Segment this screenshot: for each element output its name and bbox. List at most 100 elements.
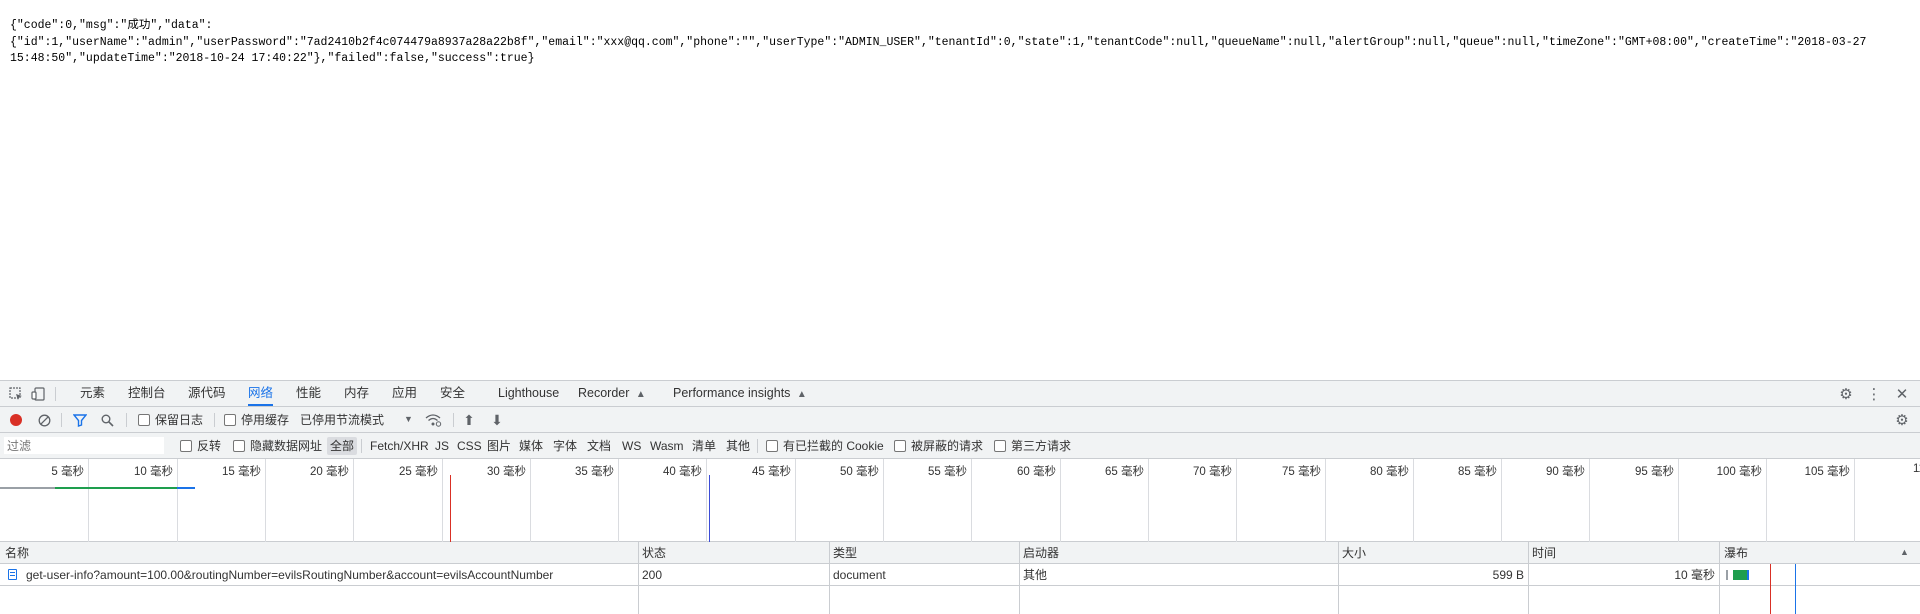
column-divider [1019, 564, 1020, 585]
tab-sources[interactable]: 源代码 [188, 381, 226, 406]
clear-icon[interactable] [36, 412, 52, 428]
settings-gear-icon[interactable]: ⚙ [1838, 386, 1854, 403]
toolbar-divider [55, 387, 56, 401]
overview-gridline [971, 459, 972, 542]
filter-type-other[interactable]: 其他 [726, 433, 750, 459]
export-har-icon[interactable]: ⬇ [489, 412, 505, 428]
filter-input[interactable] [4, 437, 164, 454]
column-divider [1719, 542, 1720, 563]
throttling-select[interactable]: 已停用节流模式 ▼ [300, 407, 416, 433]
column-header-initiator[interactable]: 启动器 [1023, 542, 1059, 564]
network-settings-gear-icon[interactable]: ⚙ [1894, 412, 1910, 429]
device-toolbar-icon[interactable] [30, 386, 46, 402]
toolbar-divider [61, 413, 62, 427]
filter-type-img[interactable]: 图片 [487, 433, 511, 459]
tab-network[interactable]: 网络 [248, 381, 274, 406]
filter-type-all[interactable]: 全部 [327, 437, 358, 455]
tab-performance[interactable]: 性能 [296, 381, 321, 406]
tab-recorder[interactable]: Recorder ▲ [578, 381, 646, 406]
filter-type-ws[interactable]: WS [622, 433, 641, 459]
request-size: 599 B [1492, 568, 1524, 582]
devtools-tab-bar: 元素 控制台 源代码 网络 性能 内存 应用 安全 Lighthouse Rec… [0, 381, 1920, 407]
filter-type-wasm[interactable]: Wasm [650, 433, 684, 459]
tab-memory[interactable]: 内存 [344, 381, 369, 406]
network-toolbar: 保留日志 停用缓存 已停用节流模式 ▼ ⬆ ⬇ ⚙ [0, 407, 1920, 433]
tab-performance-insights-label: Performance insights [673, 386, 791, 400]
devtools-panel: 元素 控制台 源代码 网络 性能 内存 应用 安全 Lighthouse Rec… [0, 380, 1920, 614]
overview-gridline [1148, 459, 1149, 542]
overview-tick-label: 35 毫秒 [575, 466, 614, 478]
column-divider [638, 542, 639, 563]
overview-gridline [1501, 459, 1502, 542]
overview-gridline [1766, 459, 1767, 542]
document-file-icon [8, 569, 17, 580]
overview-gridline [883, 459, 884, 542]
blocked-requests-label: 被屏蔽的请求 [911, 439, 984, 453]
hide-data-urls-checkbox[interactable] [233, 440, 245, 452]
overview-tick-label: 70 毫秒 [1193, 466, 1232, 478]
overview-tick-label: 40 毫秒 [663, 466, 702, 478]
filter-type-fetch-xhr[interactable]: Fetch/XHR [370, 433, 429, 459]
filter-type-media[interactable]: 媒体 [519, 433, 543, 459]
tab-recorder-label: Recorder [578, 386, 630, 400]
overview-tick-label: 10 毫秒 [134, 466, 173, 478]
request-time: 10 毫秒 [1674, 568, 1715, 582]
search-icon[interactable] [99, 412, 115, 428]
invert-checkbox[interactable] [180, 440, 192, 452]
toolbar-divider [453, 413, 454, 427]
filter-type-css[interactable]: CSS [457, 433, 482, 459]
toolbar-divider [214, 413, 215, 427]
column-header-name[interactable]: 名称 [5, 542, 29, 564]
dropdown-arrow-icon: ▼ [404, 414, 413, 424]
third-party-checkbox[interactable] [994, 440, 1006, 452]
disable-cache-checkbox[interactable] [224, 414, 236, 426]
column-divider [829, 586, 830, 614]
tab-lighthouse[interactable]: Lighthouse [498, 381, 559, 406]
tab-performance-insights[interactable]: Performance insights ▲ [673, 381, 807, 406]
tab-console[interactable]: 控制台 [128, 381, 166, 406]
column-header-time[interactable]: 时间 [1532, 542, 1556, 564]
column-header-waterfall[interactable]: 瀑布 [1724, 542, 1748, 564]
overview-tick-label: 45 毫秒 [752, 466, 791, 478]
overview-tick-label: 55 毫秒 [928, 466, 967, 478]
preserve-log-checkbox[interactable] [138, 414, 150, 426]
overview-gridline [1854, 459, 1855, 542]
network-overview-timeline[interactable]: 5 毫秒 10 毫秒 15 毫秒 20 毫秒 25 毫秒 30 毫秒 35 毫秒 40 毫秒 4… [0, 459, 1920, 542]
filter-type-js[interactable]: JS [435, 433, 449, 459]
close-devtools-icon[interactable]: ✕ [1894, 386, 1910, 403]
more-options-icon[interactable]: ⋮ [1866, 386, 1882, 403]
inspect-element-icon[interactable] [8, 386, 24, 402]
waterfall-waiting-bar[interactable] [1733, 570, 1747, 580]
column-header-type[interactable]: 类型 [833, 542, 857, 564]
filter-type-manifest[interactable]: 清单 [692, 433, 716, 459]
overview-tick-label: 50 毫秒 [840, 466, 879, 478]
overview-tick-label: 110 [1913, 463, 1920, 475]
column-header-size[interactable]: 大小 [1342, 542, 1366, 564]
overview-waiting-bar [55, 487, 177, 489]
tab-application[interactable]: 应用 [392, 381, 417, 406]
blocked-cookies-checkbox[interactable] [766, 440, 778, 452]
tab-elements[interactable]: 元素 [80, 381, 105, 406]
tab-security[interactable]: 安全 [440, 381, 465, 406]
network-conditions-icon[interactable] [424, 412, 442, 428]
column-divider [1338, 586, 1339, 614]
filter-type-doc[interactable]: 文档 [587, 433, 611, 459]
request-table-header: 名称 状态 类型 启动器 大小 时间 瀑布 ▲ [0, 542, 1920, 564]
blocked-requests-checkbox[interactable] [894, 440, 906, 452]
record-button-icon[interactable] [10, 414, 22, 426]
request-name[interactable]: get-user-info?amount=100.00&routingNumbe… [26, 564, 553, 586]
overview-gridline [1678, 459, 1679, 542]
import-har-icon[interactable]: ⬆ [461, 412, 477, 428]
column-header-status[interactable]: 状态 [642, 542, 666, 564]
overview-gridline [265, 459, 266, 542]
overview-ticks: 5 毫秒 10 毫秒 15 毫秒 20 毫秒 25 毫秒 30 毫秒 35 毫秒 40 毫秒 4… [0, 459, 1920, 542]
blocked-cookies-label: 有已拦截的 Cookie [783, 439, 884, 453]
filter-icon[interactable] [72, 412, 88, 428]
filter-type-font[interactable]: 字体 [553, 433, 577, 459]
table-row[interactable]: get-user-info?amount=100.00&routingNumbe… [0, 564, 1920, 586]
column-divider [1019, 586, 1020, 614]
request-type: document [833, 568, 886, 582]
overview-tick-label: 65 毫秒 [1105, 466, 1144, 478]
overview-gridline [177, 459, 178, 542]
overview-stalled-bar [0, 487, 55, 489]
